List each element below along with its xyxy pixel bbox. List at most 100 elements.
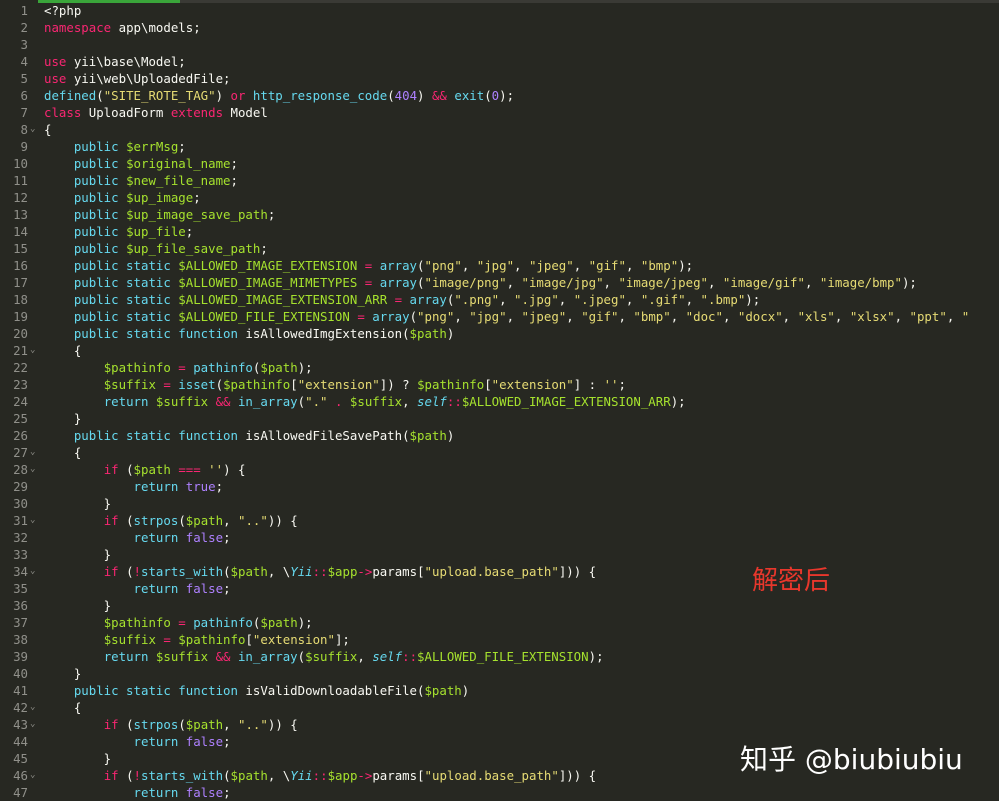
code-line[interactable]: 36 } bbox=[0, 597, 999, 614]
line-number: 5 bbox=[20, 71, 28, 86]
code-token: "SITE_ROTE_TAG" bbox=[103, 88, 216, 103]
code-token: { bbox=[44, 122, 52, 137]
code-line[interactable]: 22 $pathinfo = pathinfo($path); bbox=[0, 359, 999, 376]
fold-chevron-icon[interactable]: ⌄ bbox=[30, 512, 38, 529]
code-token: <?php bbox=[44, 3, 82, 18]
code-token: ( bbox=[96, 88, 104, 103]
code-token: $path bbox=[133, 462, 171, 477]
fold-chevron-icon[interactable]: ⌄ bbox=[30, 767, 38, 784]
code-token: "docx" bbox=[737, 309, 783, 324]
code-line[interactable]: 30 } bbox=[0, 495, 999, 512]
code-line[interactable]: 32 return false; bbox=[0, 529, 999, 546]
code-token: "upload.base_path" bbox=[424, 564, 559, 579]
code-line[interactable]: 14 public $up_file; bbox=[0, 223, 999, 240]
fold-chevron-icon[interactable]: ⌄ bbox=[30, 699, 38, 716]
code-token: :: bbox=[446, 394, 462, 409]
code-text: return false; bbox=[44, 784, 231, 801]
code-token: Yii bbox=[290, 564, 313, 579]
code-line[interactable]: 12 public $up_image; bbox=[0, 189, 999, 206]
code-line[interactable]: 19 public static $ALLOWED_FILE_EXTENSION… bbox=[0, 308, 999, 325]
code-line[interactable]: 42 ⌄ { bbox=[0, 699, 999, 716]
line-number: 25 bbox=[13, 411, 28, 426]
code-line[interactable]: 5 use yii\web\UploadedFile; bbox=[0, 70, 999, 87]
code-line[interactable]: 21 ⌄ { bbox=[0, 342, 999, 359]
code-line[interactable]: 16 public static $ALLOWED_IMAGE_EXTENSIO… bbox=[0, 257, 999, 274]
code-line[interactable]: 6 defined("SITE_ROTE_TAG") or http_respon… bbox=[0, 87, 999, 104]
code-line[interactable]: 40 } bbox=[0, 665, 999, 682]
code-editor[interactable]: 1 <?php 2 namespace app\models; 3 4 use yii\ba… bbox=[0, 2, 999, 801]
code-token: $suffix bbox=[103, 377, 156, 392]
code-line[interactable]: 28 ⌄ if ($path === '') { bbox=[0, 461, 999, 478]
line-number: 13 bbox=[13, 207, 28, 222]
code-line[interactable]: 10 public $original_name; bbox=[0, 155, 999, 172]
line-number: 11 bbox=[13, 173, 28, 188]
code-line[interactable]: 7 class UploadForm extends Model bbox=[0, 104, 999, 121]
code-line[interactable]: 24 return $suffix && in_array("." . $suf… bbox=[0, 393, 999, 410]
code-line[interactable]: 9 public $errMsg; bbox=[0, 138, 999, 155]
code-line[interactable]: 17 public static $ALLOWED_IMAGE_MIMETYPE… bbox=[0, 274, 999, 291]
code-line[interactable]: 31 ⌄ if (strpos($path, "..")) { bbox=[0, 512, 999, 529]
code-text: $pathinfo = pathinfo($path); bbox=[44, 359, 313, 376]
code-token: ; bbox=[267, 207, 276, 222]
code-token: "ppt" bbox=[909, 309, 947, 324]
code-token: === bbox=[170, 462, 209, 477]
code-token: $up_image_save_path bbox=[126, 207, 268, 222]
code-line[interactable]: 43 ⌄ if (strpos($path, "..")) { bbox=[0, 716, 999, 733]
fold-chevron-icon[interactable]: ⌄ bbox=[30, 342, 38, 359]
code-line[interactable]: 23 $suffix = isset($pathinfo["extension"… bbox=[0, 376, 999, 393]
code-line[interactable]: 18 public static $ALLOWED_IMAGE_EXTENSIO… bbox=[0, 291, 999, 308]
code-line[interactable]: 41 public static function isValidDownloa… bbox=[0, 682, 999, 699]
code-line[interactable]: 13 public $up_image_save_path; bbox=[0, 206, 999, 223]
code-line[interactable]: 33 } bbox=[0, 546, 999, 563]
line-number: 41 bbox=[13, 683, 28, 698]
line-number: 26 bbox=[13, 428, 28, 443]
code-token: ); bbox=[678, 258, 694, 273]
code-line[interactable]: 2 namespace app\models; bbox=[0, 19, 999, 36]
code-line[interactable]: 3 bbox=[0, 36, 999, 53]
code-line[interactable]: 20 public static function isAllowedImgEx… bbox=[0, 325, 999, 342]
code-token: , bbox=[722, 309, 738, 324]
code-token: && bbox=[208, 394, 238, 409]
code-text: public $up_image_save_path; bbox=[44, 206, 275, 223]
code-line[interactable]: 15 public $up_file_save_path; bbox=[0, 240, 999, 257]
code-token: $original_name bbox=[126, 156, 231, 171]
code-token: ; bbox=[185, 224, 194, 239]
code-token: public bbox=[73, 224, 127, 239]
code-line[interactable]: 34 ⌄ if (!starts_with($path, \Yii::$app->… bbox=[0, 563, 999, 580]
code-line[interactable]: 8 ⌄ { bbox=[0, 121, 999, 138]
code-token: , bbox=[618, 309, 634, 324]
code-line[interactable]: 35 return false; bbox=[0, 580, 999, 597]
fold-chevron-icon[interactable]: ⌄ bbox=[30, 121, 38, 138]
code-token: ; bbox=[223, 785, 231, 800]
code-line[interactable]: 26 public static function isAllowedFileS… bbox=[0, 427, 999, 444]
code-line[interactable]: 1 <?php bbox=[0, 2, 999, 19]
code-text: <?php bbox=[44, 2, 81, 19]
code-line[interactable]: 39 return $suffix && in_array($suffix, s… bbox=[0, 648, 999, 665]
code-token: exit bbox=[454, 88, 485, 103]
line-number: 24 bbox=[13, 394, 28, 409]
code-line[interactable]: 47 return false; bbox=[0, 784, 999, 801]
fold-chevron-icon[interactable]: ⌄ bbox=[30, 716, 38, 733]
code-token: $path bbox=[230, 768, 268, 783]
code-line[interactable]: 29 return true; bbox=[0, 478, 999, 495]
code-line[interactable]: 37 $pathinfo = pathinfo($path); bbox=[0, 614, 999, 631]
code-line[interactable]: 4 use yii\base\Model; bbox=[0, 53, 999, 70]
code-token: '' bbox=[208, 462, 224, 477]
code-line[interactable]: 11 public $new_file_name; bbox=[0, 172, 999, 189]
code-token: "image/jpg" bbox=[521, 275, 604, 290]
fold-chevron-icon[interactable]: ⌄ bbox=[30, 563, 38, 580]
fold-chevron-icon[interactable]: ⌄ bbox=[30, 461, 38, 478]
code-token: ( bbox=[417, 275, 425, 290]
code-line[interactable]: 38 $suffix = $pathinfo["extension"]; bbox=[0, 631, 999, 648]
code-text: public static function isAllowedImgExten… bbox=[44, 325, 454, 342]
fold-chevron-icon[interactable]: ⌄ bbox=[30, 444, 38, 461]
code-line[interactable]: 27 ⌄ { bbox=[0, 444, 999, 461]
code-text: { bbox=[44, 699, 81, 716]
code-line[interactable]: 25 } bbox=[0, 410, 999, 427]
code-text: namespace app\models; bbox=[44, 19, 201, 36]
